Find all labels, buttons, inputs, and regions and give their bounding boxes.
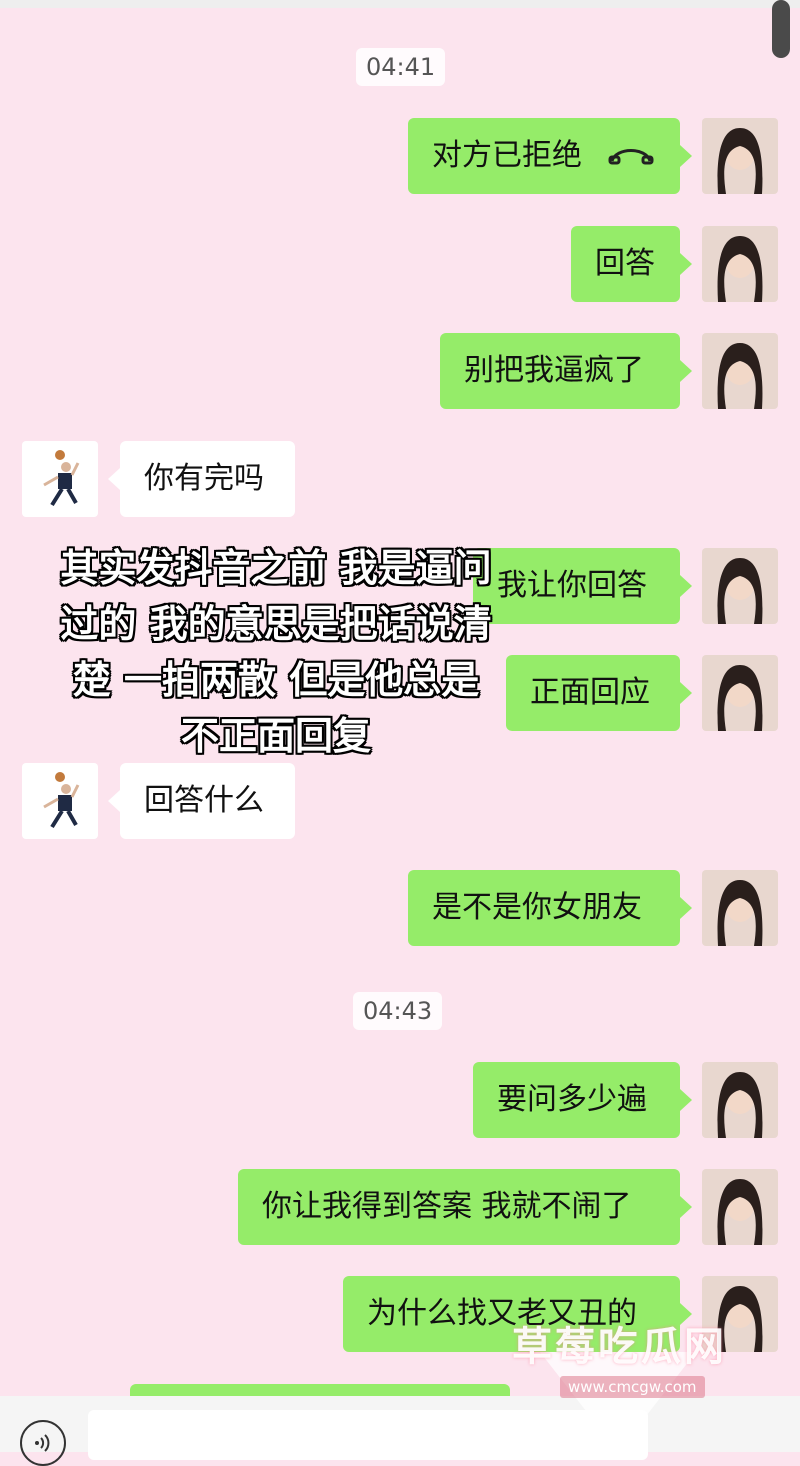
message-bubble-incoming[interactable]: 回答什么 [108, 763, 295, 839]
contact-avatar[interactable] [22, 763, 98, 839]
message-text: 我让你回答 [497, 568, 647, 603]
watermark-title: 草莓吃瓜网 [512, 1324, 727, 1370]
my-avatar[interactable] [702, 226, 778, 302]
caption-line: 不正面回复 [180, 714, 371, 758]
video-caption: 其实发抖音之前 我是逼问 过的 我的意思是把话说清 楚 一拍两散 但是他总是 不… [46, 540, 506, 764]
my-avatar[interactable] [702, 1169, 778, 1245]
my-avatar[interactable] [702, 333, 778, 409]
hangup-icon [608, 119, 654, 195]
message-bubble-outgoing[interactable]: 正面回应 [506, 655, 692, 731]
message-bubble-outgoing[interactable]: 回答 [571, 226, 692, 302]
voice-input-icon[interactable] [20, 1420, 66, 1466]
my-avatar[interactable] [702, 870, 778, 946]
contact-avatar[interactable] [22, 441, 98, 517]
my-avatar[interactable] [702, 118, 778, 194]
timestamp: 04:41 [356, 48, 446, 86]
message-bubble-outgoing[interactable]: 别把我逼疯了 [440, 333, 692, 409]
message-bubble-outgoing[interactable]: 你让我得到答案 我就不闹了 [238, 1169, 692, 1245]
message-text: 别把我逼疯了 [464, 353, 644, 388]
message-bubble-incoming[interactable]: 你有完吗 [108, 441, 295, 517]
my-avatar[interactable] [702, 655, 778, 731]
message-text: 正面回应 [530, 675, 650, 710]
message-bubble-outgoing[interactable]: 对方已拒绝 [408, 118, 692, 195]
message-text: 回答 [595, 246, 655, 281]
message-bubble-outgoing[interactable]: 是不是你女朋友 [408, 870, 692, 946]
message-text: 你有完吗 [144, 461, 264, 496]
top-bar [0, 0, 800, 8]
message-text: 对方已拒绝 [432, 138, 582, 173]
timestamp: 04:43 [353, 992, 443, 1030]
scrollbar[interactable] [772, 0, 790, 58]
my-avatar[interactable] [702, 1062, 778, 1138]
caption-line: 楚 一拍两散 但是他总是 [72, 658, 480, 702]
message-text: 你让我得到答案 我就不闹了 [262, 1189, 632, 1224]
message-text: 回答什么 [144, 783, 264, 818]
message-bubble-outgoing[interactable]: 要问多少遍 [473, 1062, 692, 1138]
message-text: 是不是你女朋友 [432, 890, 642, 925]
message-text: 要问多少遍 [497, 1082, 647, 1117]
caption-line: 其实发抖音之前 我是逼问 [60, 546, 492, 590]
caption-line: 过的 我的意思是把话说清 [60, 602, 492, 646]
watermark-url: www.cmcgw.com [560, 1376, 705, 1398]
my-avatar[interactable] [702, 548, 778, 624]
